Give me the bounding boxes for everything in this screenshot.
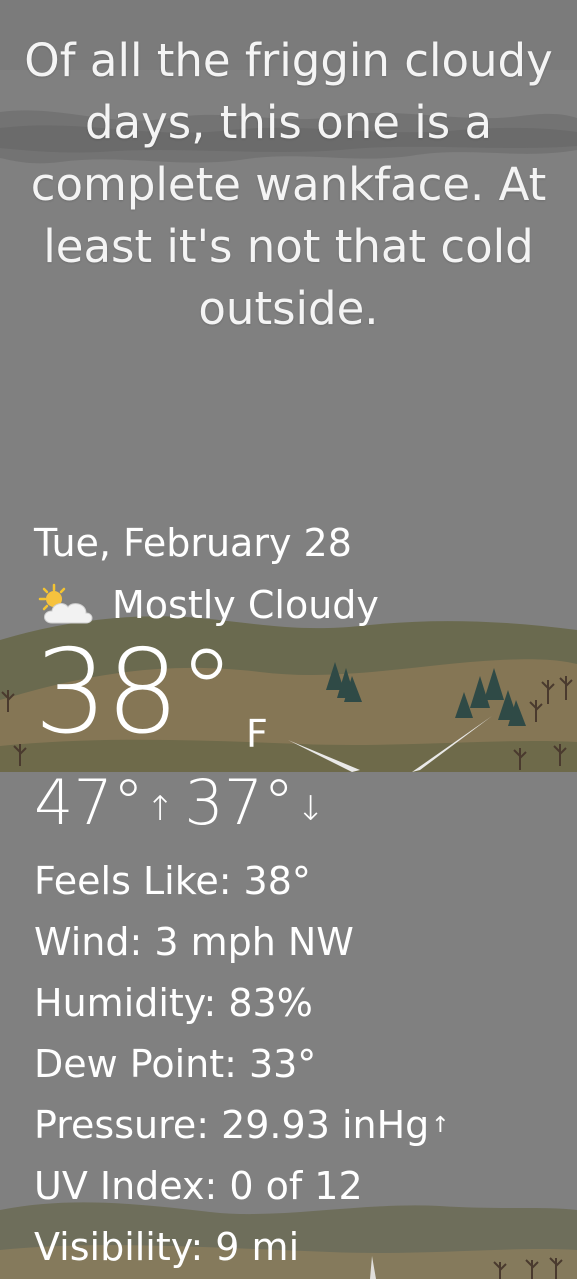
partly-cloudy-icon — [38, 583, 93, 624]
arrow-down-icon: ↓ — [296, 789, 325, 829]
high-temp: 47° — [34, 766, 144, 839]
uv-index-label: UV Index: — [34, 1164, 218, 1208]
high-low-temps: 47° ↑ 37° ↓ — [34, 766, 335, 850]
condition-text: Mostly Cloudy — [112, 583, 379, 627]
dew-point-label: Dew Point: — [34, 1042, 237, 1086]
dew-point-value: 33° — [248, 1042, 317, 1086]
feels-like-label: Feels Like: — [34, 859, 232, 903]
visibility-label: Visibility: — [34, 1225, 204, 1269]
wind-label: Wind: — [34, 920, 143, 964]
wind-value: 3 mph NW — [154, 920, 354, 964]
feels-like-value: 38° — [243, 859, 311, 903]
pressure-label: Pressure: — [34, 1103, 210, 1147]
detail-feels-like: Feels Like: 38° — [34, 851, 450, 912]
low-temp: 37° — [184, 766, 295, 839]
detail-visibility: Visibility: 9 mi — [34, 1217, 450, 1278]
condition-row: Mostly Cloudy — [34, 580, 379, 630]
weather-details: Feels Like: 38° Wind: 3 mph NW Humidity: 83… — [34, 851, 450, 1278]
pressure-value: 29.93 inHg — [221, 1103, 430, 1147]
detail-pressure: Pressure: 29.93 inHg↑ — [34, 1095, 450, 1156]
detail-uv-index: UV Index: 0 of 12 — [34, 1156, 450, 1217]
detail-wind: Wind: 3 mph NW — [34, 912, 450, 973]
temperature-unit: F — [246, 712, 268, 756]
arrow-up-icon: ↑ — [145, 789, 175, 829]
detail-humidity: Humidity: 83% — [34, 973, 450, 1034]
weather-headline: Of all the friggin cloudy days, this one… — [24, 34, 553, 335]
humidity-value: 83% — [228, 981, 313, 1025]
pressure-trend-up-icon: ↑ — [431, 1113, 450, 1138]
current-temperature: 38° — [34, 625, 236, 760]
uv-index-value: 0 of 12 — [229, 1164, 363, 1208]
visibility-value: 9 mi — [215, 1225, 300, 1269]
humidity-label: Humidity: — [34, 981, 217, 1025]
detail-dew-point: Dew Point: 33° — [34, 1034, 450, 1095]
weather-screen: Of all the friggin cloudy days, this one… — [0, 0, 577, 1279]
forecast-date: Tue, February 28 — [34, 521, 352, 565]
